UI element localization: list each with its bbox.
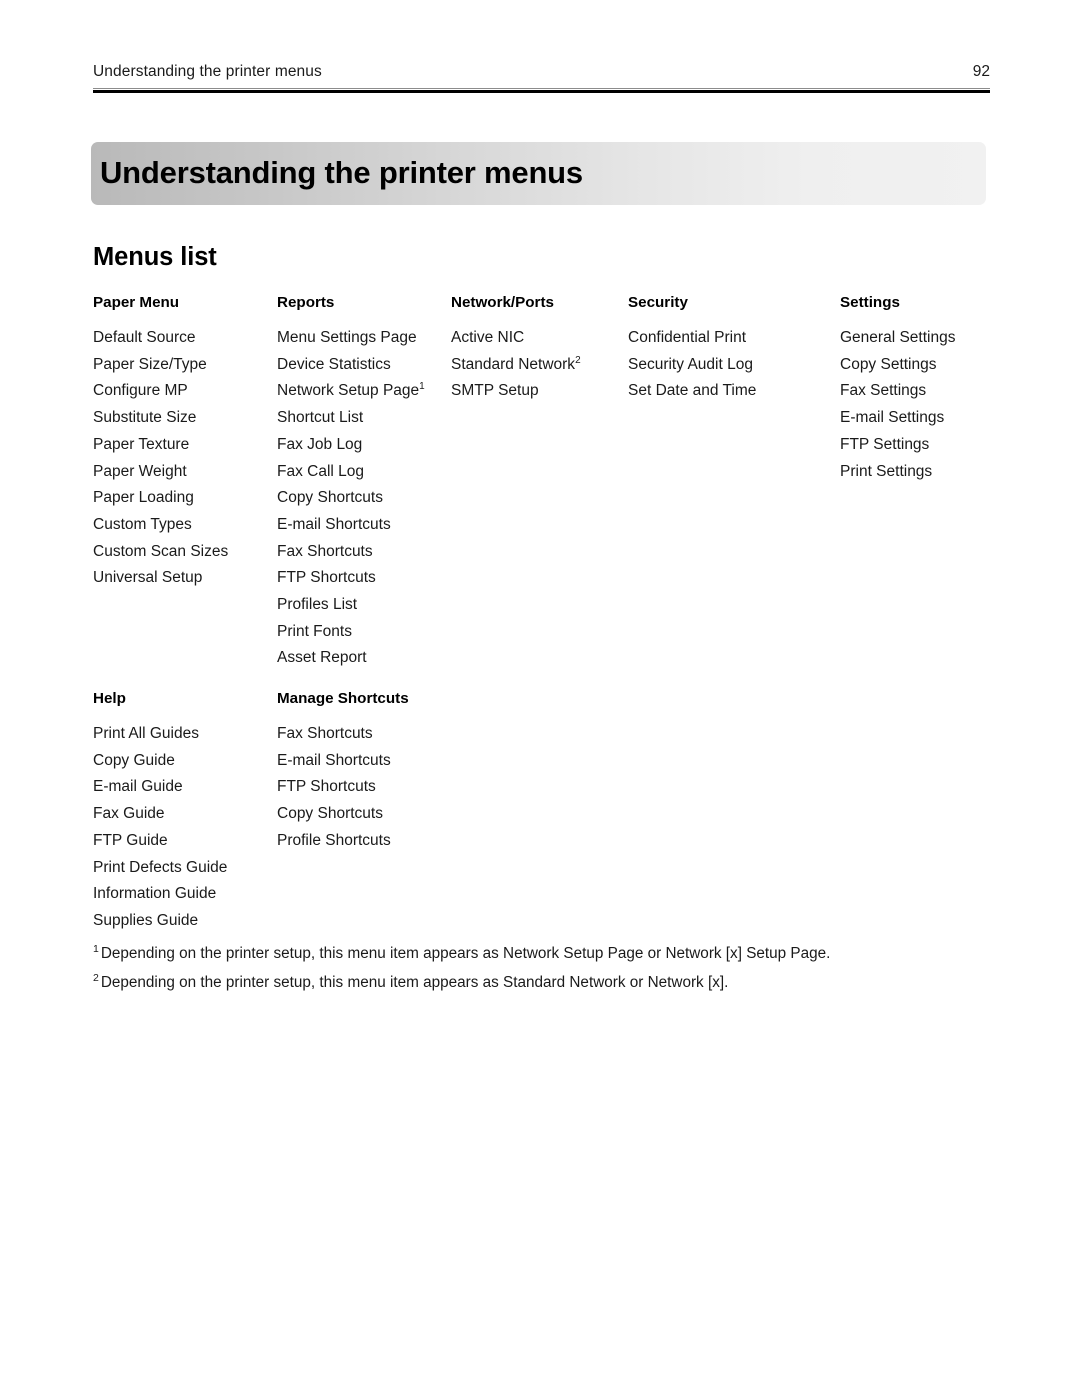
footnote-marker: 1: [419, 381, 425, 393]
menu-item: Custom Scan Sizes: [93, 542, 229, 560]
menu-item: Paper Texture: [93, 435, 190, 453]
menu-item: E-mail Shortcuts: [277, 515, 391, 533]
menu-item: Fax Guide: [93, 805, 165, 823]
menu-item: Configure MP: [93, 382, 188, 400]
menu-item: Paper Loading: [93, 489, 194, 507]
footnote: 2 Depending on the printer setup, this me…: [93, 968, 993, 997]
menu-column-heading: Reports: [277, 294, 335, 311]
section-heading: Menus list: [93, 243, 217, 271]
menu-item: Print Settings: [840, 462, 933, 480]
menu-column-reports: Reports Menu Settings Page Device Statisti…: [277, 293, 451, 672]
menu-column-manage-shortcuts: Manage Shortcuts Fax Shortcuts E-mail Shor…: [277, 689, 451, 855]
menu-item: Universal Setup: [93, 569, 203, 587]
menu-item: Standard Network2: [451, 354, 581, 373]
menu-item: Custom Types: [93, 515, 192, 533]
menu-column-heading: Paper Menu: [93, 294, 180, 311]
menu-column-heading: Security: [628, 294, 688, 311]
menu-item: Paper Weight: [93, 462, 187, 480]
menu-column-network-ports: Network/Ports Active NIC Standard Network2…: [451, 293, 628, 405]
menu-item: Information Guide: [93, 885, 217, 903]
menu-item: Copy Shortcuts: [277, 489, 383, 507]
menu-item: Active NIC: [451, 329, 525, 346]
menu-column-help: Help Print All Guides Copy Guide E-mail Gui…: [93, 689, 277, 935]
menu-item: Device Statistics: [277, 355, 391, 373]
menu-column-security: Security Confidential Print Security Audit…: [628, 293, 840, 405]
footnote-text: Depending on the printer setup, this men…: [100, 974, 729, 991]
menu-item: Confidential Print: [628, 329, 747, 346]
footnote-marker: 2: [575, 354, 581, 366]
menu-item: E-mail Shortcuts: [277, 751, 391, 769]
chapter-title: Understanding the printer menus: [100, 155, 583, 190]
menu-column-heading: Manage Shortcuts: [277, 690, 409, 707]
menu-item: Set Date and Time: [628, 382, 757, 400]
footnote-marker: 2: [93, 971, 99, 984]
footnote-text: Depending on the printer setup, this men…: [100, 945, 831, 962]
header-rule-thick: [93, 90, 990, 93]
running-header-title: Understanding the printer menus: [93, 63, 322, 80]
footnote-marker: 1: [93, 942, 99, 955]
menu-item: Profile Shortcuts: [277, 831, 391, 849]
menu-item: Default Source: [93, 329, 196, 346]
menu-item: Print All Guides: [93, 725, 199, 742]
menu-item: Paper Size/Type: [93, 355, 207, 373]
menu-column-paper-menu: Paper Menu Default Source Paper Size/Type C…: [93, 293, 277, 592]
menu-item: Print Defects Guide: [93, 858, 228, 876]
menu-item: Security Audit Log: [628, 355, 753, 373]
menu-item: Fax Job Log: [277, 435, 363, 453]
menu-column-heading: Network/Ports: [451, 294, 554, 311]
menu-item: Fax Shortcuts: [277, 725, 373, 742]
menu-item: Fax Shortcuts: [277, 542, 373, 560]
menu-item: SMTP Setup: [451, 382, 539, 400]
footnotes-block: 1 Depending on the printer setup, this me…: [93, 939, 993, 997]
page-number: 92: [972, 63, 990, 80]
menu-item: FTP Shortcuts: [277, 778, 376, 796]
page-running-header: Understanding the printer menus 92: [93, 62, 990, 94]
menu-item: Copy Settings: [840, 355, 937, 373]
menu-item: Copy Shortcuts: [277, 805, 383, 823]
menu-item: Profiles List: [277, 596, 358, 614]
menu-item: Fax Settings: [840, 382, 927, 400]
header-rule-thin: [93, 88, 990, 89]
menu-item: E-mail Settings: [840, 409, 945, 427]
menu-item: General Settings: [840, 329, 956, 346]
menu-item: Copy Guide: [93, 751, 175, 769]
menu-item: Print Fonts: [277, 622, 352, 640]
menu-item: E-mail Guide: [93, 778, 183, 796]
menu-item: FTP Settings: [840, 435, 930, 453]
menu-column-heading: Help: [93, 690, 126, 707]
menu-column-settings: Settings General Settings Copy Settings Fax…: [840, 293, 1000, 485]
menu-item: Substitute Size: [93, 409, 197, 427]
menu-item: Menu Settings Page: [277, 329, 417, 346]
menu-item: FTP Shortcuts: [277, 569, 376, 587]
footnote: 1 Depending on the printer setup, this me…: [93, 939, 993, 968]
menu-item: Network Setup Page1: [277, 381, 425, 400]
menu-column-heading: Settings: [840, 294, 900, 311]
menu-item: Shortcut List: [277, 409, 364, 427]
chapter-title-banner: Understanding the printer menus: [91, 142, 986, 205]
menu-item: Fax Call Log: [277, 462, 365, 480]
menu-item: Asset Report: [277, 649, 367, 667]
menu-item: Supplies Guide: [93, 911, 199, 929]
menu-item: FTP Guide: [93, 831, 168, 849]
